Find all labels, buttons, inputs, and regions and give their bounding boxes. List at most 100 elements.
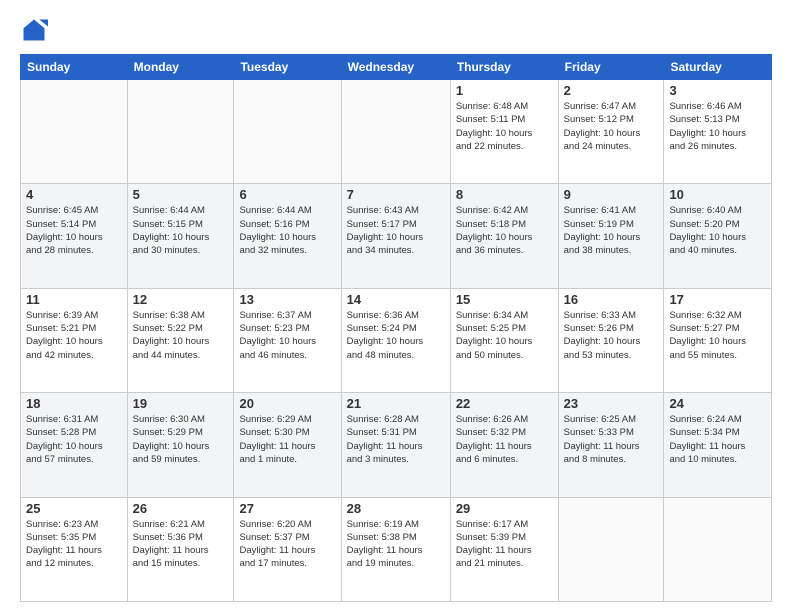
calendar-week-4: 25Sunrise: 6:23 AM Sunset: 5:35 PM Dayli… — [21, 497, 772, 601]
calendar-cell: 25Sunrise: 6:23 AM Sunset: 5:35 PM Dayli… — [21, 497, 128, 601]
day-number: 13 — [239, 292, 335, 307]
day-info: Sunrise: 6:44 AM Sunset: 5:15 PM Dayligh… — [133, 204, 229, 257]
calendar-cell: 5 Sunrise: 6:44 AM Sunset: 5:15 PM Daylig… — [127, 184, 234, 288]
calendar-cell: 9 Sunrise: 6:41 AM Sunset: 5:19 PM Daylig… — [558, 184, 664, 288]
header-row: SundayMondayTuesdayWednesdayThursdayFrid… — [21, 55, 772, 80]
day-info: Sunrise: 6:26 AM Sunset: 5:32 PM Dayligh… — [456, 413, 553, 466]
day-number: 12 — [133, 292, 229, 307]
calendar-cell: 26 Sunrise: 6:21 AM Sunset: 5:36 PM Dayli… — [127, 497, 234, 601]
day-info: Sunrise: 6:41 AM Sunset: 5:19 PM Dayligh… — [564, 204, 659, 257]
day-info: Sunrise: 6:34 AM Sunset: 5:25 PM Dayligh… — [456, 309, 553, 362]
day-info: Sunrise: 6:31 AM Sunset: 5:28 PM Dayligh… — [26, 413, 122, 466]
day-info: Sunrise: 6:33 AM Sunset: 5:26 PM Dayligh… — [564, 309, 659, 362]
calendar-cell: 15 Sunrise: 6:34 AM Sunset: 5:25 PM Dayli… — [450, 288, 558, 392]
calendar-cell — [21, 80, 128, 184]
calendar-cell: 29 Sunrise: 6:17 AM Sunset: 5:39 PM Dayli… — [450, 497, 558, 601]
day-number: 24 — [669, 396, 766, 411]
day-info: Sunrise: 6:29 AM Sunset: 5:30 PM Dayligh… — [239, 413, 335, 466]
day-number: 3 — [669, 83, 766, 98]
day-number: 9 — [564, 187, 659, 202]
day-number: 6 — [239, 187, 335, 202]
day-info: Sunrise: 6:30 AM Sunset: 5:29 PM Dayligh… — [133, 413, 229, 466]
calendar-week-0: 1 Sunrise: 6:48 AM Sunset: 5:11 PM Daylig… — [21, 80, 772, 184]
day-info: Sunrise: 6:42 AM Sunset: 5:18 PM Dayligh… — [456, 204, 553, 257]
calendar-cell: 6Sunrise: 6:44 AM Sunset: 5:16 PM Daylig… — [234, 184, 341, 288]
calendar-cell: 23Sunrise: 6:25 AM Sunset: 5:33 PM Dayli… — [558, 393, 664, 497]
header-cell-friday: Friday — [558, 55, 664, 80]
calendar-cell: 28 Sunrise: 6:19 AM Sunset: 5:38 PM Dayli… — [341, 497, 450, 601]
header-cell-saturday: Saturday — [664, 55, 772, 80]
header-cell-tuesday: Tuesday — [234, 55, 341, 80]
day-info: Sunrise: 6:20 AM Sunset: 5:37 PM Dayligh… — [239, 518, 335, 571]
day-number: 5 — [133, 187, 229, 202]
day-number: 11 — [26, 292, 122, 307]
calendar-week-1: 4 Sunrise: 6:45 AM Sunset: 5:14 PM Daylig… — [21, 184, 772, 288]
calendar-cell — [664, 497, 772, 601]
day-info: Sunrise: 6:45 AM Sunset: 5:14 PM Dayligh… — [26, 204, 122, 257]
calendar-cell: 20 Sunrise: 6:29 AM Sunset: 5:30 PM Dayli… — [234, 393, 341, 497]
day-number: 18 — [26, 396, 122, 411]
day-info: Sunrise: 6:17 AM Sunset: 5:39 PM Dayligh… — [456, 518, 553, 571]
day-number: 29 — [456, 501, 553, 516]
day-info: Sunrise: 6:47 AM Sunset: 5:12 PM Dayligh… — [564, 100, 659, 153]
day-info: Sunrise: 6:36 AM Sunset: 5:24 PM Dayligh… — [347, 309, 445, 362]
calendar-cell: 22 Sunrise: 6:26 AM Sunset: 5:32 PM Dayli… — [450, 393, 558, 497]
day-info: Sunrise: 6:39 AM Sunset: 5:21 PM Dayligh… — [26, 309, 122, 362]
day-info: Sunrise: 6:24 AM Sunset: 5:34 PM Dayligh… — [669, 413, 766, 466]
day-info: Sunrise: 6:37 AM Sunset: 5:23 PM Dayligh… — [239, 309, 335, 362]
day-number: 20 — [239, 396, 335, 411]
calendar-cell: 19Sunrise: 6:30 AM Sunset: 5:29 PM Dayli… — [127, 393, 234, 497]
header — [20, 16, 772, 44]
day-number: 21 — [347, 396, 445, 411]
calendar-week-2: 11 Sunrise: 6:39 AM Sunset: 5:21 PM Dayli… — [21, 288, 772, 392]
day-number: 2 — [564, 83, 659, 98]
day-number: 10 — [669, 187, 766, 202]
day-info: Sunrise: 6:32 AM Sunset: 5:27 PM Dayligh… — [669, 309, 766, 362]
calendar-cell: 2 Sunrise: 6:47 AM Sunset: 5:12 PM Daylig… — [558, 80, 664, 184]
calendar-cell — [234, 80, 341, 184]
calendar-table: SundayMondayTuesdayWednesdayThursdayFrid… — [20, 54, 772, 602]
day-number: 1 — [456, 83, 553, 98]
calendar-cell — [341, 80, 450, 184]
calendar-cell: 1 Sunrise: 6:48 AM Sunset: 5:11 PM Daylig… — [450, 80, 558, 184]
calendar-cell: 7 Sunrise: 6:43 AM Sunset: 5:17 PM Daylig… — [341, 184, 450, 288]
page: SundayMondayTuesdayWednesdayThursdayFrid… — [0, 0, 792, 612]
day-number: 26 — [133, 501, 229, 516]
day-info: Sunrise: 6:46 AM Sunset: 5:13 PM Dayligh… — [669, 100, 766, 153]
day-number: 15 — [456, 292, 553, 307]
logo — [20, 16, 52, 44]
calendar-cell: 11 Sunrise: 6:39 AM Sunset: 5:21 PM Dayli… — [21, 288, 128, 392]
calendar-cell: 21 Sunrise: 6:28 AM Sunset: 5:31 PM Dayli… — [341, 393, 450, 497]
calendar-cell: 13 Sunrise: 6:37 AM Sunset: 5:23 PM Dayli… — [234, 288, 341, 392]
header-cell-sunday: Sunday — [21, 55, 128, 80]
day-info: Sunrise: 6:19 AM Sunset: 5:38 PM Dayligh… — [347, 518, 445, 571]
day-info: Sunrise: 6:21 AM Sunset: 5:36 PM Dayligh… — [133, 518, 229, 571]
header-cell-monday: Monday — [127, 55, 234, 80]
day-number: 23 — [564, 396, 659, 411]
day-number: 14 — [347, 292, 445, 307]
calendar-cell: 17Sunrise: 6:32 AM Sunset: 5:27 PM Dayli… — [664, 288, 772, 392]
day-number: 27 — [239, 501, 335, 516]
day-info: Sunrise: 6:23 AM Sunset: 5:35 PM Dayligh… — [26, 518, 122, 571]
calendar-cell: 8 Sunrise: 6:42 AM Sunset: 5:18 PM Daylig… — [450, 184, 558, 288]
day-number: 7 — [347, 187, 445, 202]
day-number: 8 — [456, 187, 553, 202]
day-info: Sunrise: 6:48 AM Sunset: 5:11 PM Dayligh… — [456, 100, 553, 153]
calendar-cell: 27 Sunrise: 6:20 AM Sunset: 5:37 PM Dayli… — [234, 497, 341, 601]
day-number: 4 — [26, 187, 122, 202]
calendar-cell: 18 Sunrise: 6:31 AM Sunset: 5:28 PM Dayli… — [21, 393, 128, 497]
calendar-body: 1 Sunrise: 6:48 AM Sunset: 5:11 PM Daylig… — [21, 80, 772, 602]
day-number: 22 — [456, 396, 553, 411]
day-info: Sunrise: 6:28 AM Sunset: 5:31 PM Dayligh… — [347, 413, 445, 466]
calendar-header: SundayMondayTuesdayWednesdayThursdayFrid… — [21, 55, 772, 80]
calendar-cell: 10Sunrise: 6:40 AM Sunset: 5:20 PM Dayli… — [664, 184, 772, 288]
calendar-cell: 14 Sunrise: 6:36 AM Sunset: 5:24 PM Dayli… — [341, 288, 450, 392]
calendar-cell: 4 Sunrise: 6:45 AM Sunset: 5:14 PM Daylig… — [21, 184, 128, 288]
calendar-week-3: 18 Sunrise: 6:31 AM Sunset: 5:28 PM Dayli… — [21, 393, 772, 497]
calendar-cell: 12 Sunrise: 6:38 AM Sunset: 5:22 PM Dayli… — [127, 288, 234, 392]
day-info: Sunrise: 6:38 AM Sunset: 5:22 PM Dayligh… — [133, 309, 229, 362]
day-number: 28 — [347, 501, 445, 516]
day-number: 16 — [564, 292, 659, 307]
day-info: Sunrise: 6:43 AM Sunset: 5:17 PM Dayligh… — [347, 204, 445, 257]
logo-icon — [20, 16, 48, 44]
